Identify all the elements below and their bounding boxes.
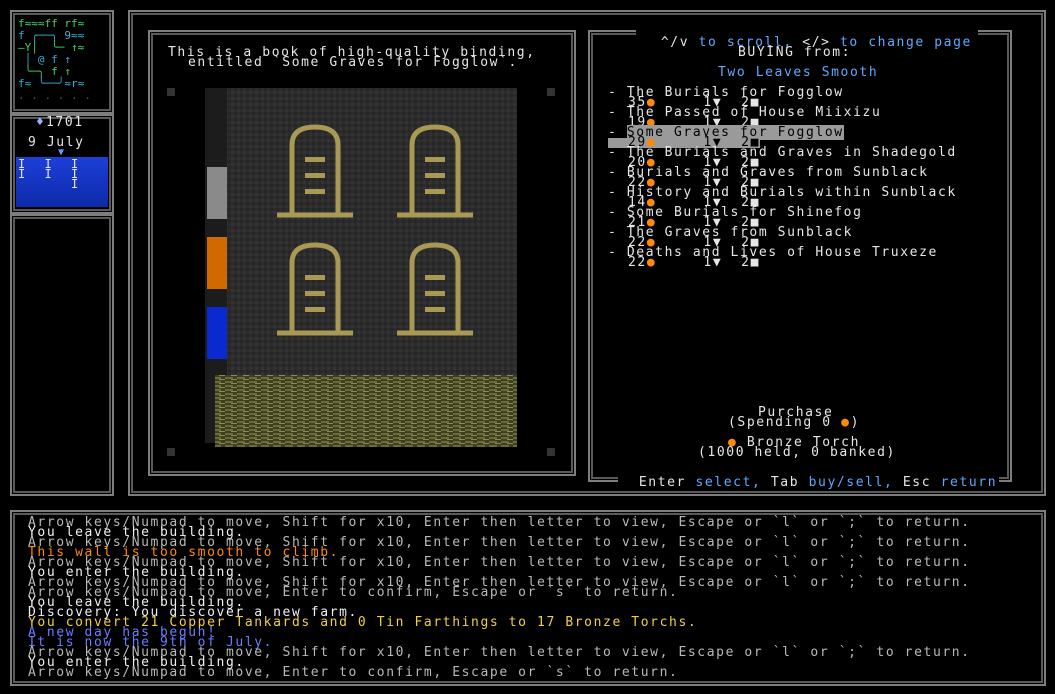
seller-name: Two Leaves Smooth <box>718 65 879 80</box>
minimap-row: . . . . . . <box>18 89 91 102</box>
item-bullet: - <box>608 185 627 200</box>
item-bullet: - <box>608 145 627 160</box>
coin-icon: ● <box>841 415 851 430</box>
minimap-row: ╰─╮ f ↑ <box>18 65 71 78</box>
item-bullet: - <box>608 85 627 100</box>
buying-label: BUYING from: <box>738 45 852 60</box>
minimap-row: f≈≈≈ff rf≈ <box>18 17 85 30</box>
enter-key[interactable]: Enter <box>639 475 686 490</box>
log-line: Arrow keys/Numpad to move, Enter to conf… <box>28 665 679 680</box>
gold-icon: ♦ <box>36 115 46 130</box>
item-bullet: - <box>608 225 627 240</box>
spending-label: (Spending 0 ●) <box>728 415 861 430</box>
item-weight: 1 <box>656 255 713 270</box>
minimap-row: │ @ f ↑ <box>18 53 78 66</box>
stack-icon: ■ <box>750 255 761 270</box>
esc-key[interactable]: Esc <box>903 475 931 490</box>
item-count: 2 <box>722 255 751 270</box>
item-stats: 22● 1▼ 2■ <box>628 255 761 270</box>
empty-side-frame <box>10 214 114 496</box>
gold-amount: 1701 <box>46 115 84 130</box>
currency-held: (1000 held, 0 banked) <box>698 445 896 460</box>
calendar-marks: I I II I I I <box>18 158 80 191</box>
item-bullet: - <box>608 205 627 220</box>
item-bullet: - <box>608 105 627 120</box>
item-bullet: - <box>608 165 627 180</box>
minimap-row: f ╭──╮ 9≈≈ <box>18 29 85 42</box>
calendar-mark-row: I <box>18 177 80 191</box>
coin-icon: ● <box>646 255 657 270</box>
item-bullet: - <box>608 245 627 260</box>
book-description-line2: entitled `Some Graves for Fogglow`. <box>188 55 518 70</box>
shop-footer: Enter select, Tab buy/sell, Esc return <box>618 468 1000 490</box>
tab-key[interactable]: Tab <box>771 475 799 490</box>
weight-icon: ▼ <box>712 255 723 270</box>
minimap-row: f≈ ╰──╯≈r≈ <box>18 77 85 90</box>
book-illustration <box>165 85 559 458</box>
minimap-row: —Y│ ╰─ ↑≈ <box>18 41 85 54</box>
item-price: 22 <box>628 255 647 270</box>
minimap: f≈≈≈ff rf≈ f ╭──╮ 9≈≈ —Y│ ╰─ ↑≈ │ @ f ↑ ╰─… <box>14 14 110 109</box>
date-label: 9 July <box>28 135 85 150</box>
